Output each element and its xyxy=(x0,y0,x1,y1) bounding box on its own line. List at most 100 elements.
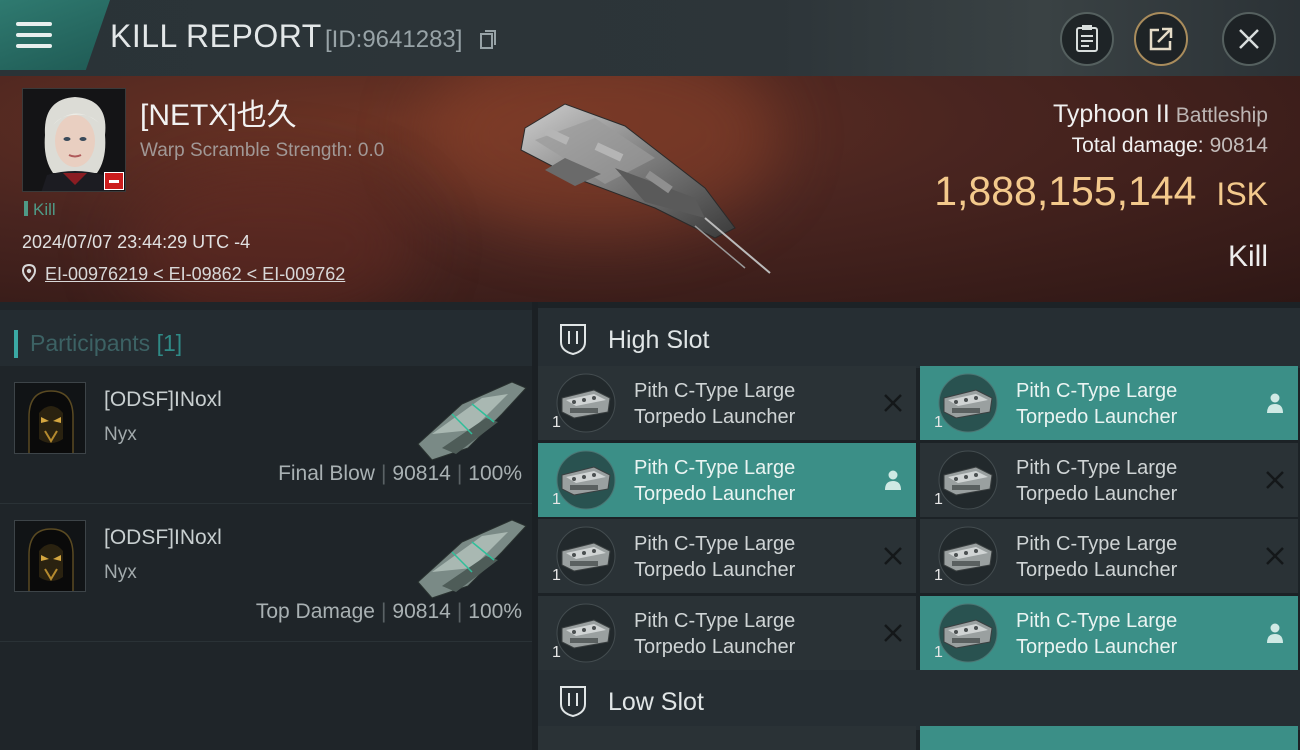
participant-percent: 100% xyxy=(468,462,522,485)
location-path-link[interactable]: EI-00976219 < EI-09862 < EI-009762 xyxy=(45,264,345,284)
clipboard-icon xyxy=(1076,25,1098,52)
module-name-line: Torpedo Launcher xyxy=(634,406,796,428)
high-slot-label: High Slot xyxy=(608,326,710,354)
torpedo-launcher-icon xyxy=(556,603,616,662)
module-card[interactable]: 1 Pith C-Type Large Torpedo Launcher xyxy=(920,442,1298,517)
dropped-person-icon xyxy=(1267,393,1283,413)
module-card[interactable]: 1 Pith C-Type Large Torpedo Launcher xyxy=(538,595,916,670)
module-name-line: Pith C-Type Large xyxy=(634,380,796,402)
isk-value: 1,888,155,144 ISK xyxy=(934,168,1268,215)
dropped-person-icon xyxy=(885,470,901,490)
module-name: Pith C-Type Large Torpedo Launcher xyxy=(1016,531,1177,583)
participants-label: Participants xyxy=(30,330,151,356)
participant-stats: Top Damage | 90814 | 100% xyxy=(256,600,522,624)
stats-separator: | xyxy=(380,600,387,623)
participant-name[interactable]: [ODSF]INoxl xyxy=(104,526,222,550)
kill-report-screen: KILL REPORT [ID:9641283] [NETX]也久 Warp S… xyxy=(0,0,1300,750)
module-name-line: Pith C-Type Large xyxy=(634,533,796,555)
pilot-avatar-image xyxy=(15,521,85,591)
module-card[interactable]: 1 Pith C-Type Large Torpedo Launcher xyxy=(920,519,1298,593)
kill-timestamp: 2024/07/07 23:44:29 UTC -4 xyxy=(22,232,251,252)
destroyed-x-icon xyxy=(884,394,902,412)
module-name-line: Pith C-Type Large xyxy=(1016,380,1178,402)
module-card[interactable]: 1 Pith C-Type Large Torpedo Launcher xyxy=(538,442,916,517)
page-title: KILL REPORT xyxy=(110,18,322,54)
participant-row[interactable]: [ODSF]INoxl Nyx Top Damage | 90814 | 100% xyxy=(0,504,532,642)
copy-icon[interactable] xyxy=(480,30,496,50)
victim-ship-name: Typhoon II Battleship xyxy=(1053,100,1268,129)
participant-damage: 90814 xyxy=(392,462,451,485)
torpedo-launcher-icon xyxy=(556,526,616,586)
participants-header: Participants [1] xyxy=(0,310,532,366)
participants-panel: Participants [1] [ODSF]INoxl Nyx Final B… xyxy=(0,302,532,750)
destroyed-x-icon xyxy=(1266,547,1284,565)
stats-separator: | xyxy=(456,600,463,623)
participant-avatar[interactable] xyxy=(14,520,86,592)
participant-role: Final Blow xyxy=(278,462,375,485)
participant-ship-image xyxy=(417,519,527,599)
isk-amount: 1,888,155,144 xyxy=(934,168,1197,214)
menu-tab[interactable] xyxy=(0,0,110,70)
total-damage-value: 90814 xyxy=(1209,134,1268,157)
participant-row[interactable]: [ODSF]INoxl Nyx Final Blow | 90814 | 100% xyxy=(0,366,532,504)
module-quantity: 1 xyxy=(934,643,943,661)
kill-tag-label: Kill xyxy=(33,200,56,219)
module-card[interactable] xyxy=(538,726,916,750)
low-slot-modules-peek xyxy=(538,726,1300,750)
participant-avatar[interactable] xyxy=(14,382,86,454)
module-quantity: 1 xyxy=(934,567,943,584)
module-card[interactable]: 1 Pith C-Type Large Torpedo Launcher xyxy=(920,366,1298,440)
high-slot-header: High Slot xyxy=(538,308,1300,368)
pilot-avatar-image xyxy=(15,383,85,453)
module-name-line: Torpedo Launcher xyxy=(634,559,796,581)
module-quantity: 1 xyxy=(552,643,561,661)
module-name: Pith C-Type Large Torpedo Launcher xyxy=(634,378,795,430)
module-quantity: 1 xyxy=(934,414,943,431)
share-button[interactable] xyxy=(1134,12,1188,66)
top-bar: KILL REPORT [ID:9641283] xyxy=(0,0,1300,76)
module-name: Pith C-Type Large Torpedo Launcher xyxy=(1016,455,1177,507)
close-button[interactable] xyxy=(1222,12,1276,66)
module-quantity: 1 xyxy=(934,490,943,508)
torpedo-launcher-icon xyxy=(938,603,998,662)
victim-name[interactable]: [NETX]也久 xyxy=(140,90,297,134)
corp-badge xyxy=(104,172,124,190)
module-name: Pith C-Type Large Torpedo Launcher xyxy=(634,455,795,507)
menu-icon[interactable] xyxy=(16,22,52,48)
total-damage-label: Total damage: xyxy=(1071,134,1204,157)
module-name-line: Torpedo Launcher xyxy=(1016,482,1178,505)
clipboard-button[interactable] xyxy=(1060,12,1114,66)
dropped-person-icon xyxy=(1267,623,1283,643)
participant-ship: Nyx xyxy=(104,562,137,583)
participant-name[interactable]: [ODSF]INoxl xyxy=(104,388,222,412)
module-name-line: Pith C-Type Large xyxy=(634,456,796,479)
ship-name-text[interactable]: Typhoon II xyxy=(1053,100,1170,128)
module-name-line: Pith C-Type Large xyxy=(1016,533,1178,555)
module-card[interactable]: 1 Pith C-Type Large Torpedo Launcher xyxy=(920,595,1298,670)
victim-ship-image[interactable] xyxy=(505,98,785,278)
close-icon xyxy=(1239,29,1259,49)
module-card[interactable] xyxy=(920,726,1298,750)
participant-role: Top Damage xyxy=(255,600,375,623)
destroyed-x-icon xyxy=(884,623,902,642)
fitting-panel: High Slot 1 Pith C-Type Large Torpedo Laun… xyxy=(538,302,1300,750)
module-card[interactable]: 1 Pith C-Type Large Torpedo Launcher xyxy=(538,366,916,440)
module-card[interactable]: 1 Pith C-Type Large Torpedo Launcher xyxy=(538,519,916,593)
module-name: Pith C-Type Large Torpedo Launcher xyxy=(1016,608,1177,660)
torpedo-launcher-icon xyxy=(938,373,998,433)
kill-tag: Kill xyxy=(24,200,56,220)
location-pin-icon xyxy=(21,263,37,283)
low-slot-header: Low Slot xyxy=(538,670,1300,730)
module-name-line: Torpedo Launcher xyxy=(634,482,796,505)
ship-class: Battleship xyxy=(1175,104,1268,127)
torpedo-launcher-icon xyxy=(556,373,616,433)
participants-accent-bar xyxy=(14,330,18,358)
stats-separator: | xyxy=(380,462,387,485)
module-quantity: 1 xyxy=(552,490,561,508)
participants-count: [1] xyxy=(156,330,183,356)
participant-ship: Nyx xyxy=(104,424,137,445)
participant-stats: Final Blow | 90814 | 100% xyxy=(278,462,522,486)
kill-outcome: Kill xyxy=(1227,240,1268,273)
module-quantity: 1 xyxy=(552,414,561,431)
participant-ship-image xyxy=(417,381,527,461)
